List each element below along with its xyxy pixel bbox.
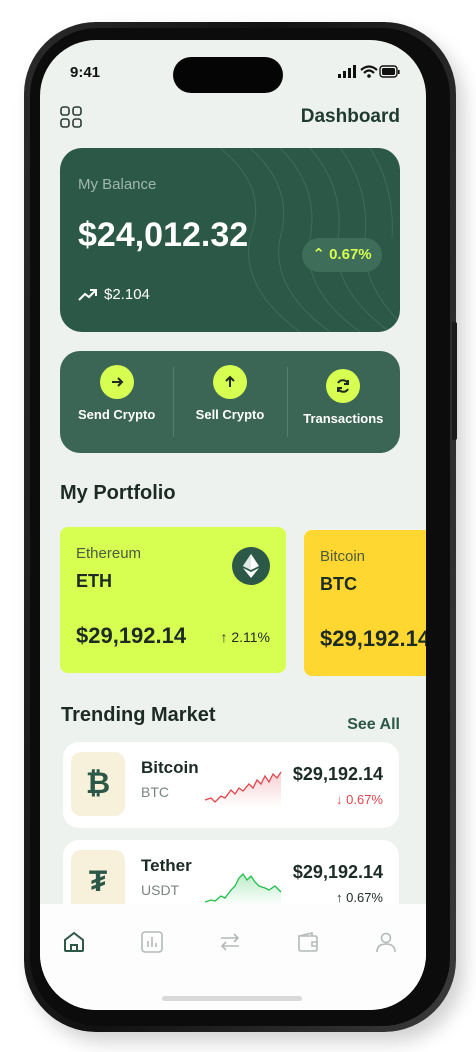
chevron-up-icon: ⌃	[312, 246, 325, 263]
grid-icon[interactable]	[60, 106, 82, 128]
refresh-icon	[326, 369, 361, 403]
arrow-up-icon	[212, 365, 247, 399]
market-change-value: 0.67%	[346, 890, 383, 905]
transactions-button[interactable]: Transactions	[286, 351, 400, 453]
sparkline-chart	[204, 872, 282, 906]
see-all-link[interactable]: See All	[347, 716, 400, 734]
ethereum-icon	[232, 547, 270, 585]
page-title: Dashboard	[300, 106, 400, 127]
signal-icon	[338, 65, 356, 78]
balance-amount: $24,012.32	[78, 216, 249, 254]
quick-actions: Send Crypto Sell Crypto Transactions	[60, 351, 400, 453]
arrow-right-icon	[99, 365, 134, 399]
market-coin-symbol: BTC	[141, 784, 169, 800]
market-change-value: 0.67%	[346, 792, 383, 807]
tab-bar	[40, 904, 426, 1010]
wallet-icon[interactable]	[296, 930, 322, 956]
balance-change-badge: ⌃ 0.67%	[302, 238, 382, 272]
coin-price: $29,192.14	[320, 626, 426, 651]
market-change: ↑ 0.67%	[336, 890, 383, 905]
balance-change-value: 0.67%	[329, 246, 372, 263]
status-time: 9:41	[70, 64, 101, 81]
trending-market-title: Trending Market	[61, 704, 216, 726]
profile-icon[interactable]	[374, 930, 400, 956]
home-icon[interactable]	[62, 930, 88, 956]
coin-name: Bitcoin	[320, 548, 366, 565]
market-coin-name: Tether	[141, 856, 192, 875]
wifi-icon	[360, 65, 378, 78]
portfolio-card-eth[interactable]: Ethereum ETH $29,192.14 ↑ 2.11%	[60, 527, 286, 673]
market-price: $29,192.14	[292, 862, 383, 882]
sparkline-chart	[204, 771, 282, 808]
balance-card: My Balance $24,012.32 ⌃ 0.67% $2.104	[60, 148, 400, 332]
chart-icon[interactable]	[140, 930, 166, 956]
market-price: $29,192.14	[292, 764, 383, 784]
market-change: ↓ 0.67%	[336, 792, 383, 807]
bitcoin-icon: ₿	[71, 752, 125, 816]
dynamic-island	[173, 57, 283, 93]
arrow-down-icon: ↓	[336, 792, 343, 807]
home-indicator	[162, 996, 302, 1001]
send-crypto-label: Send Crypto	[78, 407, 156, 422]
market-coin-symbol: USDT	[141, 882, 180, 898]
coin-symbol: ETH	[76, 571, 112, 591]
coin-symbol: BTC	[320, 574, 357, 594]
market-row-bitcoin[interactable]: ₿ Bitcoin BTC $29,192.14 ↓ 0.67%	[63, 742, 399, 828]
arrow-up-icon: ↑	[220, 629, 228, 645]
coin-price: $29,192.14	[76, 623, 187, 648]
portfolio-title: My Portfolio	[60, 482, 176, 504]
sell-crypto-label: Sell Crypto	[195, 407, 265, 422]
coin-change: ↑ 2.11%	[220, 629, 270, 645]
send-crypto-button[interactable]: Send Crypto	[60, 351, 173, 453]
sell-crypto-button[interactable]: Sell Crypto	[173, 351, 286, 453]
coin-name: Ethereum	[76, 545, 142, 562]
side-button	[452, 322, 457, 440]
arrow-up-icon: ↑	[336, 890, 343, 905]
app-screen: 9:41 Dashboard My Balance $24,012.32 ⌃ 0…	[40, 40, 426, 1010]
swap-icon[interactable]	[218, 930, 244, 956]
trend-up-icon	[78, 288, 97, 301]
balance-trend-value: $2.104	[104, 286, 150, 303]
balance-label: My Balance	[78, 176, 157, 193]
status-icons	[338, 65, 400, 84]
transactions-label: Transactions	[303, 411, 384, 426]
balance-trend: $2.104	[78, 286, 150, 303]
battery-icon	[379, 65, 400, 78]
coin-change-value: 2.11%	[231, 629, 270, 645]
market-coin-name: Bitcoin	[141, 758, 199, 777]
portfolio-card-btc[interactable]: Bitcoin BTC $29,192.14	[304, 530, 426, 676]
